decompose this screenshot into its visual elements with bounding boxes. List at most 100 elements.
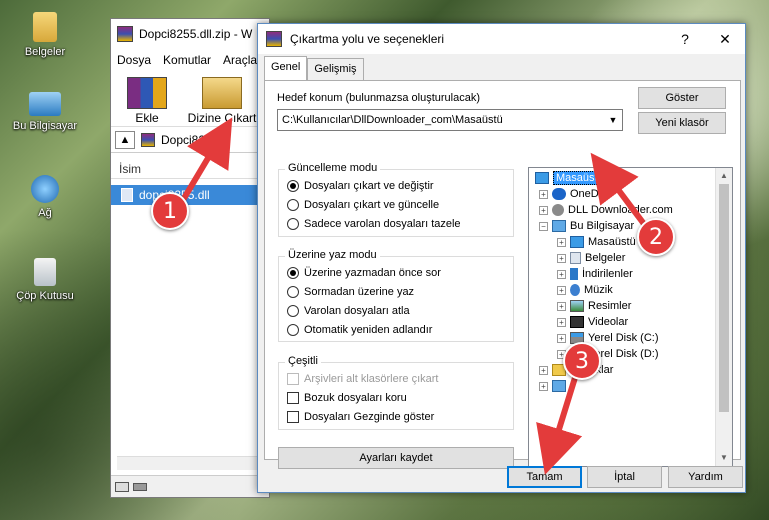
desktop-icon-recycle-bin[interactable]: Çöp Kutusu (5, 258, 85, 302)
radio-button[interactable] (287, 267, 299, 279)
menu-commands[interactable]: Komutlar (163, 53, 211, 67)
help-title-button[interactable]: ? (665, 24, 705, 54)
tree-item-downloads[interactable]: + İndirilenler (557, 266, 633, 282)
up-folder-button[interactable]: ▲ (115, 130, 135, 149)
option-label: Arşivleri alt klasörlere çıkart (304, 373, 439, 385)
expand-icon[interactable]: + (539, 381, 548, 391)
desktop-icon-computer[interactable]: Bu Bilgisayar (5, 92, 85, 132)
overwrite-option-skip[interactable]: Varolan dosyaları atla (287, 305, 410, 317)
desktop-icon-label: Bu Bilgisayar (12, 120, 78, 132)
menu-tools[interactable]: Araçla (223, 53, 257, 67)
dialog-titlebar[interactable]: Çıkartma yolu ve seçenekleri ? ✕ (258, 24, 745, 54)
save-settings-button[interactable]: Ayarları kaydet (278, 447, 514, 469)
desktop-icon-label: Çöp Kutusu (16, 290, 74, 302)
help-button[interactable]: Yardım (668, 466, 743, 488)
update-option-replace[interactable]: Dosyaları çıkart ve değiştir (287, 180, 434, 192)
expand-icon[interactable]: + (539, 365, 548, 375)
tree-item-dlldownloader[interactable]: + DLL Downloader.com (539, 202, 673, 218)
recycle-bin-icon (34, 258, 56, 286)
winrar-titlebar[interactable]: Dopci8255.dll.zip - W (111, 19, 269, 49)
desktop-icon-network[interactable]: Ağ (5, 175, 85, 219)
radio-button[interactable] (287, 324, 299, 336)
tree-item-music[interactable]: + Müzik (557, 282, 613, 298)
expand-icon[interactable]: + (539, 189, 548, 199)
radio-button[interactable] (287, 305, 299, 317)
tree-item-label: Masaüstü (553, 171, 607, 185)
collapse-icon[interactable]: − (539, 221, 548, 231)
overwrite-option-without-prompt[interactable]: Sormadan üzerine yaz (287, 286, 414, 298)
add-archive-icon (127, 77, 167, 109)
expand-icon[interactable]: + (557, 285, 566, 295)
tree-scrollbar[interactable]: ▲ ▼ (715, 168, 732, 466)
scroll-down-icon[interactable]: ▼ (716, 450, 732, 466)
checkbox[interactable] (287, 392, 299, 404)
overwrite-option-rename[interactable]: Otomatik yeniden adlandır (287, 324, 432, 336)
desktop-icon-documents[interactable]: Belgeler (5, 12, 85, 58)
chevron-down-icon[interactable]: ▼ (604, 110, 622, 130)
radio-button[interactable] (287, 199, 299, 211)
option-label: Bozuk dosyaları koru (304, 392, 407, 404)
ok-button[interactable]: Tamam (507, 466, 582, 488)
option-label: Dosyaları çıkart ve güncelle (304, 199, 440, 211)
tree-item-onedrive[interactable]: + OneDr (539, 186, 602, 202)
music-icon (570, 284, 580, 296)
general-tab-panel: Hedef konum (bulunmazsa oluşturulacak) C… (264, 80, 741, 469)
destination-path-value: C:\Kullanıcılar\DllDownloader_com\Masaüs… (282, 114, 503, 126)
expand-icon[interactable]: + (557, 269, 566, 279)
tree-item-this-pc[interactable]: − Bu Bilgisayar (539, 218, 634, 234)
expand-icon[interactable]: + (557, 301, 566, 311)
tab-advanced[interactable]: Gelişmiş (307, 58, 364, 80)
computer-icon (552, 220, 566, 232)
column-header-name[interactable]: İsim (111, 159, 269, 179)
expand-icon[interactable]: + (557, 253, 566, 263)
radio-button[interactable] (287, 218, 299, 230)
update-mode-title: Güncelleme modu (285, 162, 381, 174)
tree-item-documents[interactable]: + Belgeler (557, 250, 625, 266)
tree-item-network[interactable]: + (539, 378, 570, 394)
horizontal-scrollbar[interactable] (117, 456, 269, 470)
show-button[interactable]: Göster (638, 87, 726, 109)
overwrite-option-ask[interactable]: Üzerine yazmadan önce sor (287, 267, 441, 279)
misc-option-show-in-explorer[interactable]: Dosyaları Gezginde göster (287, 411, 434, 423)
cancel-button[interactable]: İptal (587, 466, 662, 488)
tree-item-label: Bu Bilgisayar (570, 220, 635, 232)
expand-icon[interactable]: + (557, 317, 566, 327)
option-label: Varolan dosyaları atla (304, 305, 410, 317)
update-option-freshen[interactable]: Sadece varolan dosyaları tazele (287, 218, 461, 230)
step-1-badge: 1 (151, 192, 189, 230)
tree-item-pc-desktop[interactable]: + Masaüstü (557, 234, 636, 250)
expand-icon[interactable]: + (557, 333, 566, 343)
misc-option-keep-broken[interactable]: Bozuk dosyaları koru (287, 392, 407, 404)
desktop-icon-label: Belgeler (24, 46, 66, 58)
destination-path-combo[interactable]: C:\Kullanıcılar\DllDownloader_com\Masaüs… (277, 109, 623, 131)
expand-icon[interactable]: + (539, 205, 548, 215)
tree-item-label: Yerel Disk (C:) (588, 332, 659, 344)
tree-item-pictures[interactable]: + Resimler (557, 298, 631, 314)
option-label: Otomatik yeniden adlandır (304, 324, 433, 336)
winrar-address-bar: ▲ Dopci8255 (111, 127, 269, 153)
step-2-badge: 2 (637, 218, 675, 256)
update-mode-group: Güncelleme modu Dosyaları çıkart ve deği… (278, 162, 514, 237)
folder-tree[interactable]: Masaüstü + OneDr + DLL Downloader.com − … (528, 167, 733, 467)
add-button[interactable]: Ekle (119, 75, 175, 125)
new-folder-button[interactable]: Yeni klasör (638, 112, 726, 134)
checkbox[interactable] (287, 411, 299, 423)
extract-to-button[interactable]: Dizine Çıkart (187, 75, 257, 125)
winrar-menubar: Dosya Komutlar Araçla (111, 49, 269, 71)
tab-general[interactable]: Genel (264, 56, 308, 80)
close-button[interactable]: ✕ (705, 24, 745, 54)
radio-button[interactable] (287, 286, 299, 298)
archive-icon (141, 132, 155, 147)
radio-button[interactable] (287, 180, 299, 192)
option-label: Sadece varolan dosyaları tazele (304, 218, 461, 230)
menu-file[interactable]: Dosya (117, 53, 151, 67)
file-row[interactable]: dopci8255.dll (111, 185, 269, 205)
winrar-title: Dopci8255.dll.zip - W (139, 27, 253, 41)
tree-item-videos[interactable]: + Videolar (557, 314, 628, 330)
scroll-up-icon[interactable]: ▲ (716, 168, 732, 184)
winrar-icon (117, 26, 133, 42)
expand-icon[interactable]: + (557, 237, 566, 247)
update-option-update[interactable]: Dosyaları çıkart ve güncelle (287, 199, 439, 211)
scroll-thumb[interactable] (719, 184, 729, 412)
tree-item-desktop[interactable]: Masaüstü (535, 170, 607, 186)
